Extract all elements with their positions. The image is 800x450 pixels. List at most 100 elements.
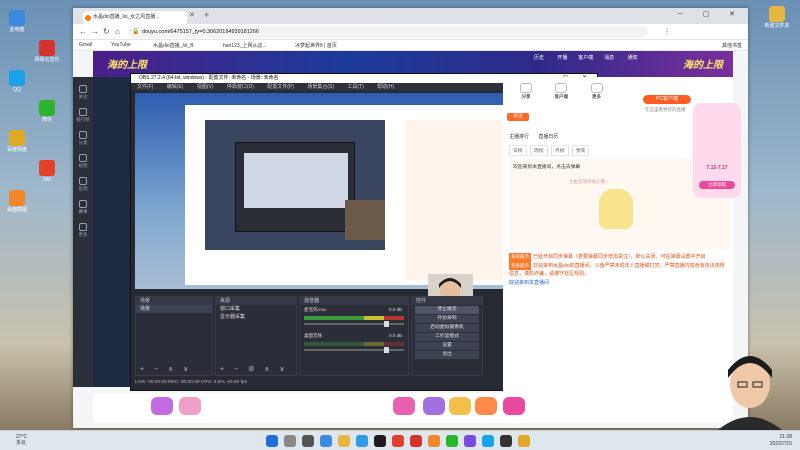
- tab-close-icon[interactable]: ✕: [189, 11, 195, 19]
- exit-button[interactable]: 退出: [415, 351, 479, 359]
- nav-notify[interactable]: 通知: [622, 54, 644, 61]
- follow-button[interactable]: 关注: [507, 113, 529, 121]
- obs-menu-file[interactable]: 文件(F): [137, 84, 153, 90]
- slider-knob[interactable]: [384, 321, 389, 327]
- tab-anchor-rank[interactable]: 主播排行: [509, 133, 529, 140]
- slider-knob[interactable]: [384, 347, 389, 353]
- scene-item[interactable]: 场景: [136, 305, 212, 313]
- nav-broadcast[interactable]: 开播: [551, 54, 573, 61]
- sidebar-item-fishbar[interactable]: 鱼吧: [73, 177, 93, 192]
- desktop-icon[interactable]: 桌面截图: [4, 190, 30, 213]
- store-icon[interactable]: [356, 435, 368, 447]
- start-record-button[interactable]: 开始录制: [415, 315, 479, 323]
- obs-menu-view[interactable]: 视图(V): [197, 84, 214, 90]
- desktop-icon[interactable]: 百度网盘: [4, 130, 30, 153]
- app-icon: [39, 100, 55, 116]
- gift-icon[interactable]: [423, 397, 445, 415]
- share-button[interactable]: 分享: [509, 83, 543, 100]
- obs-icon[interactable]: [374, 435, 386, 447]
- tab-month[interactable]: 月榜: [550, 145, 569, 156]
- source-controls[interactable]: + − ⚙ ∧ ∨: [220, 365, 288, 373]
- pc-client-button[interactable]: PC客户端: [643, 95, 691, 104]
- bookmark-gmail[interactable]: Gmail: [79, 42, 92, 48]
- studio-mode-button[interactable]: 工作室模式: [415, 333, 479, 341]
- bookmark-douyu[interactable]: 水晶dio直播_lol_B: [153, 42, 194, 49]
- volume-slider[interactable]: [304, 321, 404, 327]
- obs-menu-scenes[interactable]: 场景集合(S): [307, 84, 334, 90]
- weather-widget[interactable]: 27°C 多云: [16, 434, 27, 446]
- gift-icon[interactable]: [179, 397, 201, 415]
- sidebar-item-rank[interactable]: 排行榜: [73, 108, 93, 123]
- gift-icon[interactable]: [393, 397, 415, 415]
- clock[interactable]: 21:38 2022/7/15: [770, 434, 792, 448]
- bookmark-hao123[interactable]: han123_上网从这...: [223, 42, 267, 49]
- search-icon[interactable]: [284, 435, 296, 447]
- desktop-icon[interactable]: 360: [34, 160, 60, 183]
- desktop-icon-folder[interactable]: 新建文件夹: [764, 6, 790, 29]
- gift-icon[interactable]: [449, 397, 471, 415]
- obs-menu-profile[interactable]: 配置文件(P): [267, 84, 294, 90]
- music-icon[interactable]: [410, 435, 422, 447]
- nav-history[interactable]: 历史: [528, 54, 550, 61]
- nav-client[interactable]: 客户端: [575, 54, 597, 61]
- home-icon[interactable]: ⌂: [115, 27, 120, 36]
- new-tab-icon[interactable]: +: [204, 10, 209, 20]
- nested-browser-capture: [185, 105, 530, 285]
- extensions-icon[interactable]: ⋮: [663, 27, 671, 36]
- app-icon[interactable]: [500, 435, 512, 447]
- app-icon[interactable]: [428, 435, 440, 447]
- start-icon[interactable]: [266, 435, 278, 447]
- stop-stream-button[interactable]: 停止推流: [415, 306, 479, 314]
- scene-controls[interactable]: + − ∧ ∨: [140, 365, 192, 373]
- desktop-icon[interactable]: 此电脑: [4, 10, 30, 33]
- tab-vip[interactable]: 贵宾: [571, 145, 590, 156]
- source-item[interactable]: 窗口采集: [216, 305, 296, 313]
- more-button[interactable]: 更多: [580, 83, 614, 100]
- sidebar-item-video[interactable]: 视频: [73, 154, 93, 169]
- desktop-icon[interactable]: 微信: [34, 100, 60, 123]
- wechat-icon[interactable]: [446, 435, 458, 447]
- obs-menu-docks[interactable]: 停靠窗口(D): [227, 84, 254, 90]
- tab-live-calendar[interactable]: 直播日历: [538, 133, 558, 140]
- sidebar-item-more[interactable]: 更多: [73, 223, 93, 238]
- obs-menu-help[interactable]: 帮助(H): [377, 84, 394, 90]
- app-icon[interactable]: [518, 435, 530, 447]
- forward-icon[interactable]: →: [91, 27, 99, 36]
- virtual-cam-button[interactable]: 启动虚拟摄像机: [415, 324, 479, 332]
- window-controls[interactable]: ─ ▢ ✕: [678, 10, 744, 18]
- tab-week[interactable]: 周榜: [529, 145, 548, 156]
- client-button[interactable]: 客户端: [544, 83, 578, 100]
- bookmark-game[interactable]: 冰梦起世界5 | 首页: [295, 42, 337, 49]
- desktop-icon[interactable]: QQ: [4, 70, 30, 93]
- sidebar-item-category[interactable]: 分类: [73, 131, 93, 146]
- browser-tab[interactable]: 水晶dio直播_lol_女之风直播...: [83, 11, 187, 24]
- obs-scenes-panel: 场景 场景 + − ∧ ∨: [135, 296, 213, 376]
- qq-icon[interactable]: [482, 435, 494, 447]
- task-view-icon[interactable]: [302, 435, 314, 447]
- settings-button[interactable]: 设置: [415, 342, 479, 350]
- desktop-icon[interactable]: 网易云音乐: [34, 40, 60, 63]
- gift-icon[interactable]: [151, 397, 173, 415]
- tab-day[interactable]: 日榜: [509, 145, 527, 156]
- other-bookmarks[interactable]: 其他书签: [722, 42, 742, 49]
- gift-icon[interactable]: [503, 397, 525, 415]
- nav-messages[interactable]: 消息: [598, 54, 620, 61]
- obs-menu-tools[interactable]: 工具(T): [347, 84, 363, 90]
- app-icon[interactable]: [464, 435, 476, 447]
- back-icon[interactable]: ←: [79, 27, 87, 36]
- explorer-icon[interactable]: [338, 435, 350, 447]
- bookmark-youtube[interactable]: YouTube: [111, 42, 131, 48]
- volume-slider[interactable]: [304, 347, 404, 353]
- tab-title: 水晶dio直播_lol_女之风直播...: [93, 14, 160, 20]
- promo-banner[interactable]: 7.15-7.17 立即领取: [693, 103, 741, 198]
- gift-icon[interactable]: [475, 397, 497, 415]
- address-bar[interactable]: 🔒 douyu.com/6475157_ty=0.306201949391812…: [128, 26, 648, 38]
- edge-icon[interactable]: [320, 435, 332, 447]
- source-item[interactable]: 显示器采集: [216, 313, 296, 321]
- promo-button[interactable]: 立即领取: [699, 181, 735, 189]
- obs-menu-edit[interactable]: 编辑(E): [167, 84, 184, 90]
- reload-icon[interactable]: ↻: [103, 27, 110, 36]
- sidebar-item-follow[interactable]: 关注: [73, 85, 93, 100]
- chrome-icon[interactable]: [392, 435, 404, 447]
- sidebar-item-events[interactable]: 赛事: [73, 200, 93, 215]
